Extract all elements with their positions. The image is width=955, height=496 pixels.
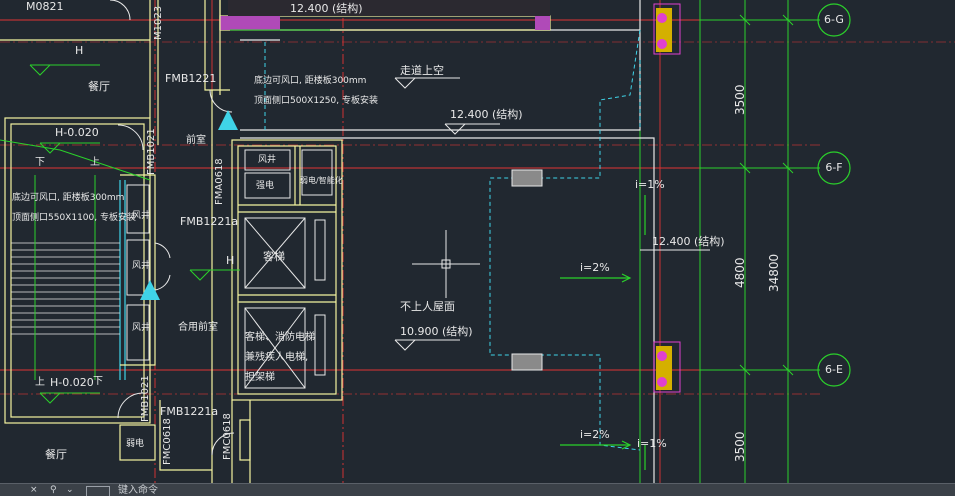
door-label-fmb1221: FMB1221 bbox=[165, 72, 217, 85]
door-label-m1023: M1023 bbox=[153, 5, 164, 40]
stair-up-label-bottom: 上 bbox=[35, 377, 45, 388]
duct-note-3: 底边可风口, 距楼板300mm bbox=[12, 193, 125, 203]
door-label-fmb1221a: FMB1221a bbox=[180, 215, 239, 228]
door-label-fma0618: FMA0618 bbox=[214, 158, 225, 205]
door-label-m0821: M0821 bbox=[26, 0, 64, 13]
duct-note-1: 底边可风口, 距楼板300mm bbox=[254, 76, 367, 86]
level-h-top: H bbox=[75, 44, 84, 57]
dimension-3500-top: 3500 bbox=[733, 84, 747, 115]
room-label-passenger-lift: 客梯 bbox=[263, 250, 285, 263]
door-label-fmb1021-bottom: FMB1021 bbox=[140, 375, 151, 422]
slope-label-1: i=1% bbox=[635, 178, 665, 191]
cad-canvas[interactable]: M0821 M1023 H 餐厅 FMB1221 12.400 (结构) 走道上… bbox=[0, 0, 955, 496]
room-label-shared-anteroom: 合用前室 bbox=[178, 322, 218, 333]
room-label-shaft-1: 风井 bbox=[258, 155, 277, 165]
duct-note-4: 顶面侧口550X1100, 专板安装 bbox=[12, 213, 136, 223]
door-label-fmc0618-b: FMC0618 bbox=[222, 413, 233, 460]
stair-treads bbox=[11, 242, 120, 335]
room-label-restaurant-top: 餐厅 bbox=[88, 80, 110, 93]
command-prompt-icon bbox=[86, 486, 110, 496]
elevator-note-1: 客梯、消防电梯 bbox=[245, 332, 315, 343]
level-h-mid: H bbox=[226, 254, 235, 267]
dimension-3500-bottom: 3500 bbox=[733, 431, 747, 462]
room-label-anteroom: 前室 bbox=[186, 135, 206, 146]
duct-note-2: 顶面侧口500X1250, 专板安装 bbox=[254, 96, 378, 106]
search-icon[interactable]: ⚲ bbox=[50, 484, 57, 496]
level-h-neg-top: H-0.020 bbox=[55, 126, 99, 139]
axis-label-6f: 6-F bbox=[825, 161, 843, 174]
elevator-note-3: 担架梯 bbox=[245, 372, 275, 383]
room-label-weak-power: 弱电/智能化 bbox=[300, 176, 343, 185]
door-label-fmb1021: FMB1021 bbox=[146, 128, 157, 175]
stair-down-label-bottom: 下 bbox=[93, 376, 103, 387]
chevron-down-icon[interactable]: ⌄ bbox=[66, 484, 74, 496]
level-h-neg-bottom: H-0.020 bbox=[50, 376, 94, 389]
room-label-strong-power: 强电 bbox=[256, 181, 275, 191]
axis-label-6e: 6-E bbox=[825, 363, 843, 376]
command-input[interactable]: 键入命令 bbox=[118, 484, 158, 496]
slope-label-2: i=2% bbox=[580, 261, 610, 274]
slope-label-3: i=2% bbox=[580, 428, 610, 441]
door-label-fmc0618: FMC0618 bbox=[162, 418, 173, 465]
elevation-label-109: 10.900 (结构) bbox=[400, 325, 473, 338]
door-label-fmb1221a-bottom: FMB1221a bbox=[160, 405, 219, 418]
room-label-shaft-3: 风井 bbox=[132, 261, 151, 271]
room-label-shaft-2: 风井 bbox=[132, 211, 151, 221]
command-line-bar[interactable]: × ⚲ ⌄ 键入命令 bbox=[0, 483, 955, 496]
elevation-label-top: 12.400 (结构) bbox=[290, 2, 363, 15]
elevation-label-mid: 12.400 (结构) bbox=[450, 108, 523, 121]
cursor-crosshair bbox=[412, 230, 480, 298]
room-label-nonaccess-roof: 不上人屋面 bbox=[400, 300, 455, 313]
room-label-shaft-4: 风井 bbox=[132, 323, 151, 333]
stair-up-label: 上 bbox=[90, 157, 100, 168]
stair-down-label: 下 bbox=[35, 157, 45, 168]
roof-column bbox=[511, 169, 543, 187]
close-icon[interactable]: × bbox=[30, 484, 38, 496]
elevator-note-2: 兼残疾人电梯, bbox=[245, 352, 309, 363]
dimension-4800: 4800 bbox=[733, 257, 747, 288]
room-label-restaurant-bottom: 餐厅 bbox=[45, 448, 67, 461]
roof-column bbox=[511, 353, 543, 371]
axis-bubbles bbox=[817, 3, 851, 387]
elevation-label-right: 12.400 (结构) bbox=[652, 235, 725, 248]
room-label-corridor-void: 走道上空 bbox=[400, 64, 444, 77]
columns-right bbox=[653, 3, 681, 393]
axis-label-6g: 6-G bbox=[824, 13, 844, 26]
dimension-total-34800: 34800 bbox=[767, 253, 781, 292]
slope-label-4: i=1% bbox=[637, 437, 667, 450]
room-label-weak-power-bottom: 弱电 bbox=[126, 439, 145, 449]
